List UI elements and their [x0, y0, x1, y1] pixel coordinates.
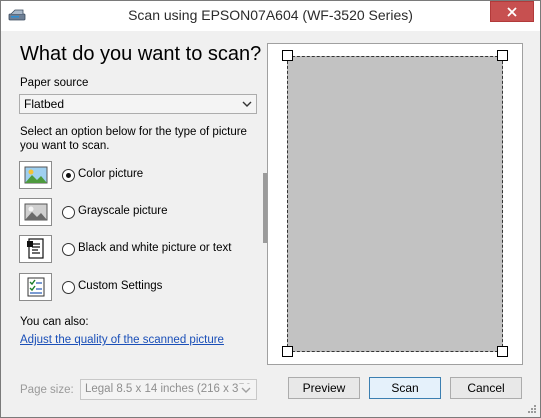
custom-settings-button[interactable]: [19, 273, 52, 301]
scanner-app-icon: [8, 9, 26, 21]
color-picture-radio[interactable]: [62, 169, 75, 182]
page-heading: What do you want to scan?: [20, 43, 262, 65]
custom-settings-radio[interactable]: [62, 281, 75, 294]
also-label: You can also:: [20, 316, 89, 328]
black-white-radio[interactable]: [62, 243, 75, 256]
window-title: Scan using EPSON07A604 (WF-3520 Series): [128, 7, 413, 23]
page-size-label: Page size:: [20, 384, 74, 396]
scan-region[interactable]: [287, 56, 503, 352]
paper-source-label: Paper source: [20, 77, 89, 89]
crop-handle-bottom-right[interactable]: [497, 346, 508, 357]
grayscale-picture-radio[interactable]: [62, 206, 75, 219]
close-icon: [507, 6, 517, 17]
color-picture-label[interactable]: Color picture: [78, 168, 143, 180]
page-size-dropdown[interactable]: Legal 8.5 x 14 inches (216 x 356: [80, 379, 257, 400]
option-description: Select an option below for the type of p…: [20, 126, 247, 152]
chevron-down-icon: [241, 387, 251, 393]
option-color-picture[interactable]: Color picture: [19, 161, 269, 191]
resize-grip-icon[interactable]: [527, 404, 537, 414]
black-white-label[interactable]: Black and white picture or text: [78, 242, 231, 254]
black-white-button[interactable]: [19, 235, 52, 263]
paper-source-dropdown[interactable]: Flatbed: [19, 94, 257, 114]
scan-dialog: Scan using EPSON07A604 (WF-3520 Series) …: [0, 0, 541, 418]
scan-button[interactable]: Scan: [369, 377, 441, 399]
paper-source-value: Flatbed: [24, 97, 65, 111]
chevron-down-icon: [242, 101, 252, 107]
grayscale-picture-icon: [24, 203, 47, 221]
adjust-quality-link[interactable]: Adjust the quality of the scanned pictur…: [20, 334, 224, 346]
grayscale-picture-button[interactable]: [19, 198, 52, 226]
cancel-button[interactable]: Cancel: [450, 377, 522, 399]
page-size-arrow: [239, 384, 253, 396]
preview-button[interactable]: Preview: [288, 377, 360, 399]
color-picture-icon: [24, 166, 47, 184]
crop-handle-top-left[interactable]: [282, 50, 293, 61]
custom-settings-label[interactable]: Custom Settings: [78, 280, 162, 292]
title-bar[interactable]: Scan using EPSON07A604 (WF-3520 Series): [1, 1, 540, 31]
grayscale-picture-label[interactable]: Grayscale picture: [78, 205, 167, 217]
option-black-white[interactable]: Black and white picture or text: [19, 235, 269, 265]
custom-settings-icon: [27, 277, 44, 297]
black-white-text-icon: [26, 238, 44, 259]
option-custom-settings[interactable]: Custom Settings: [19, 273, 269, 303]
option-grayscale-picture[interactable]: Grayscale picture: [19, 198, 269, 228]
color-picture-button[interactable]: [19, 161, 52, 189]
crop-handle-top-right[interactable]: [497, 50, 508, 61]
crop-handle-bottom-left[interactable]: [282, 346, 293, 357]
close-button[interactable]: [490, 1, 534, 22]
page-size-value: Legal 8.5 x 14 inches (216 x 356: [85, 383, 252, 395]
